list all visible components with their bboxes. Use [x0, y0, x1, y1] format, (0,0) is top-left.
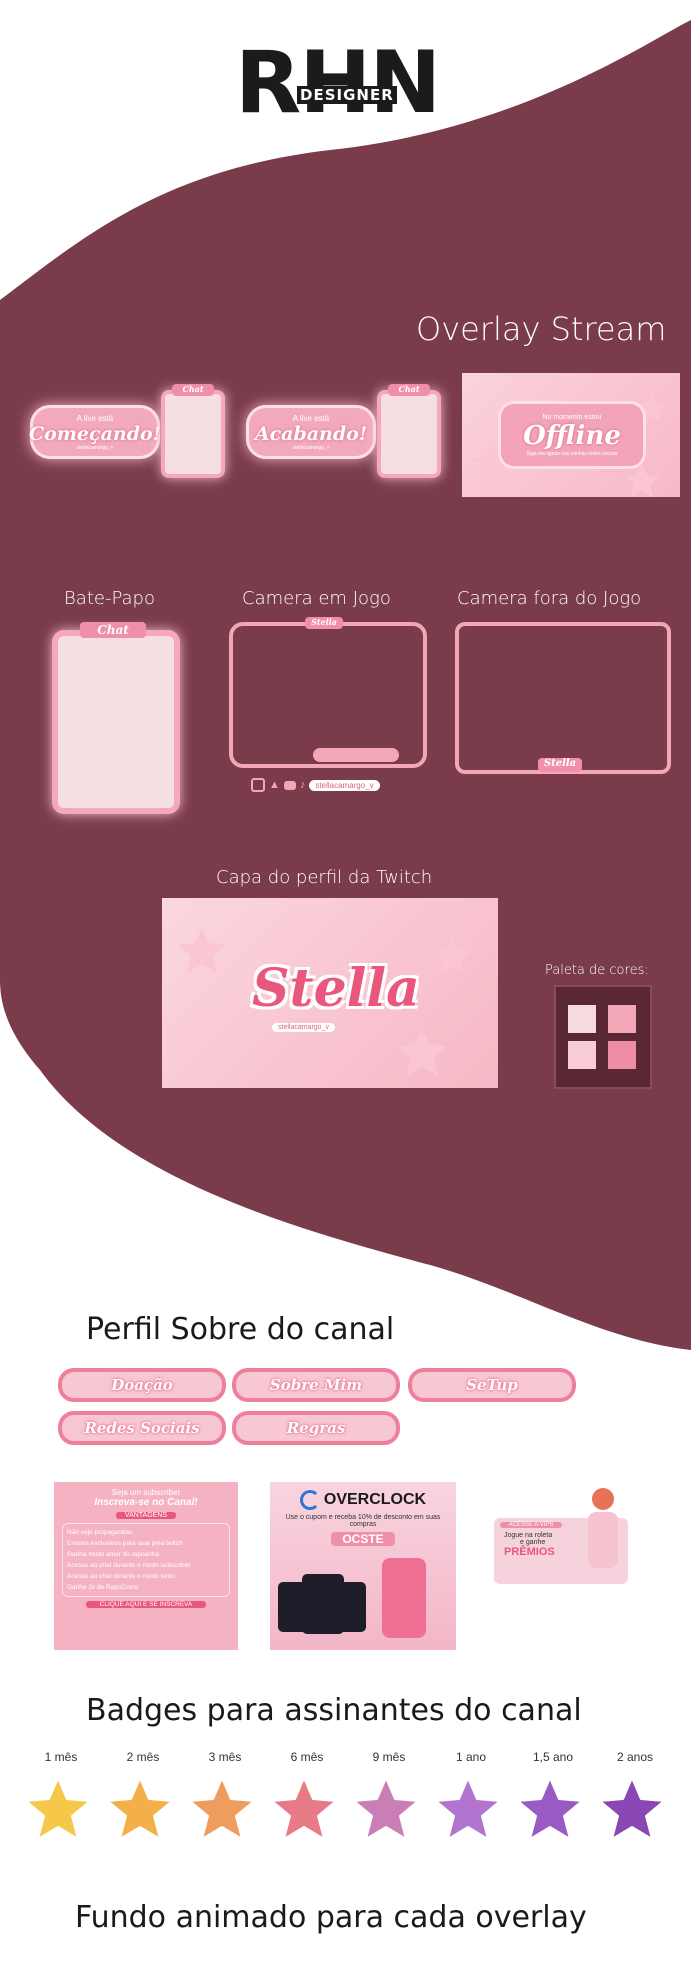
palette-swatch-2 — [608, 1005, 636, 1033]
ending-big: Acabando! — [254, 422, 368, 445]
overclock-logo-icon — [299, 1490, 320, 1510]
sub-cta[interactable]: CLIQUE AQUI E SE INSCREVA — [86, 1601, 206, 1608]
ending-overlay: A live está Acabando! stellacamargo_v — [246, 405, 376, 459]
avatar-character — [582, 1488, 624, 1578]
sub-list: Não vejo propagandas Emotes exclusivos p… — [62, 1523, 230, 1597]
starting-chat-frame — [161, 390, 225, 478]
youtube-icon — [283, 780, 296, 790]
starting-handle: stellacamargo_v — [76, 444, 114, 451]
sub-item: Ganhe 2x de RapoCoins — [67, 1584, 139, 1591]
overclock-header: OVERCLOCK — [270, 1490, 456, 1510]
in-game-bottom-bar — [313, 748, 399, 762]
palette-box — [554, 985, 652, 1089]
ending-chat-frame — [377, 390, 441, 478]
footer-title: Fundo animado para cada overlay — [75, 1900, 587, 1935]
instagram-icon — [251, 778, 265, 792]
product-shaker — [382, 1558, 426, 1638]
sub-tag: VANTAGENS — [116, 1512, 176, 1519]
offline-big: Offline — [523, 420, 621, 451]
badge-star-icon — [189, 1777, 255, 1840]
social-row: ▲ ♪ stellacamargo_v — [251, 778, 380, 792]
in-game-frame — [229, 622, 427, 768]
out-game-frame — [455, 622, 671, 774]
badge-star-icon — [353, 1777, 419, 1840]
overclock-brand: OVERCLOCK — [323, 1491, 427, 1508]
in-game-handle: stellacamargo_v — [309, 779, 380, 791]
about-button-donation[interactable]: Doação — [58, 1368, 226, 1402]
chat-frame-tag: Chat — [80, 622, 146, 638]
out-game-title: Camera fora do Jogo — [457, 588, 642, 609]
offline-sub: Siga-me ligado nas minhas redes sociais — [526, 450, 618, 457]
starting-overlay: A live está Começando! stellacamargo_v — [29, 405, 161, 459]
twitch-cover-title: Capa do perfil da Twitch — [216, 867, 433, 888]
sub-line2: Inscreva-se no Canal! — [94, 1497, 198, 1508]
about-button-about-me[interactable]: Sobre Mim — [232, 1368, 400, 1402]
in-game-title: Camera em Jogo — [242, 588, 391, 609]
twitch-cover: Stella stellacamargo_v — [162, 898, 498, 1088]
out-game-tag: Stella — [538, 758, 582, 772]
sub-item: Não vejo propagandas — [67, 1529, 133, 1536]
vips-card: ACESSE A VIPS Jogue na roleta e ganhe PR… — [494, 1488, 628, 1584]
ending-handle: stellacamargo_v — [292, 444, 330, 451]
palette-title: Paleta de cores: — [545, 963, 649, 978]
badge-label: 2 mês — [126, 1750, 160, 1764]
badge-label: 1 mês — [44, 1750, 78, 1764]
sub-item: Ganha muito amor do rapoanha — [67, 1551, 160, 1558]
cover-name: Stella — [252, 958, 420, 1019]
offline-pill: No momento estou Offline Siga-me ligado … — [498, 401, 646, 469]
badges-row: 1 mês 2 mês 3 mês 6 mês 9 mês 1 ano 1,5 ano 2 a… — [22, 1750, 682, 1860]
sub-item: Acesso ao chat durante o modo subscriber — [67, 1562, 191, 1569]
badge-label: 9 mês — [372, 1750, 406, 1764]
starting-big: Começando! — [29, 422, 161, 445]
vips-tag: ACESSE A VIPS — [500, 1522, 562, 1528]
sub-item: Acesso ao chat durante o modo lento — [67, 1573, 175, 1580]
tiktok-icon: ♪ — [299, 779, 306, 791]
palette-swatch-4 — [608, 1041, 636, 1069]
overclock-card: OVERCLOCK Use o cupom e receba 10% de de… — [270, 1482, 456, 1650]
in-game-tag: Stella — [305, 617, 343, 629]
badge-star-icon — [25, 1777, 91, 1840]
offline-screen: No momento estou Offline Siga-me ligado … — [462, 373, 680, 497]
badges-title: Badges para assinantes do canal — [86, 1693, 582, 1728]
badge-label: 6 mês — [290, 1750, 324, 1764]
ending-small: A live está — [292, 413, 330, 423]
overclock-code: OCSTE — [331, 1532, 395, 1546]
overlay-title: Overlay Stream — [416, 310, 667, 348]
chat-frame — [52, 630, 180, 814]
starting-chat-tag: Chat — [172, 384, 214, 396]
palette-swatch-1 — [568, 1005, 596, 1033]
logo-sub: DESIGNER — [297, 86, 397, 104]
chat-title: Bate-Papo — [64, 588, 155, 609]
overclock-text: Use o cupom e receba 10% de desconto em … — [285, 1514, 441, 1528]
ending-chat-tag: Chat — [388, 384, 430, 396]
badge-star-icon — [599, 1777, 665, 1840]
logo: RHN DESIGNER — [235, 40, 441, 126]
about-title: Perfil Sobre do canal — [86, 1312, 395, 1347]
starting-small: A live está — [76, 413, 114, 423]
cover-handle: stellacamargo_v — [272, 1023, 335, 1032]
badge-star-icon — [517, 1777, 583, 1840]
about-button-setup[interactable]: SeTup — [408, 1368, 576, 1402]
sub-item: Emotes exclusivos para usar pela twitch — [67, 1540, 183, 1547]
subscriber-card: Seja um subscriber Inscreva-se no Canal!… — [54, 1482, 238, 1650]
palette-swatch-3 — [568, 1041, 596, 1069]
product-jar-3 — [330, 1582, 366, 1632]
twitter-icon: ▲ — [269, 779, 280, 791]
badge-label: 1,5 ano — [532, 1750, 574, 1764]
offline-small: No momento estou — [542, 413, 602, 421]
badge-star-icon — [271, 1777, 337, 1840]
about-button-rules[interactable]: Regras — [232, 1411, 400, 1445]
sub-line1: Seja um subscriber — [111, 1488, 181, 1497]
badge-label: 3 mês — [208, 1750, 242, 1764]
logo-main: RHN — [235, 33, 441, 133]
badge-star-icon — [107, 1777, 173, 1840]
badge-star-icon — [435, 1777, 501, 1840]
badge-label: 2 anos — [616, 1750, 654, 1764]
about-button-social[interactable]: Redes Sociais — [58, 1411, 226, 1445]
badge-label: 1 ano — [455, 1750, 487, 1764]
